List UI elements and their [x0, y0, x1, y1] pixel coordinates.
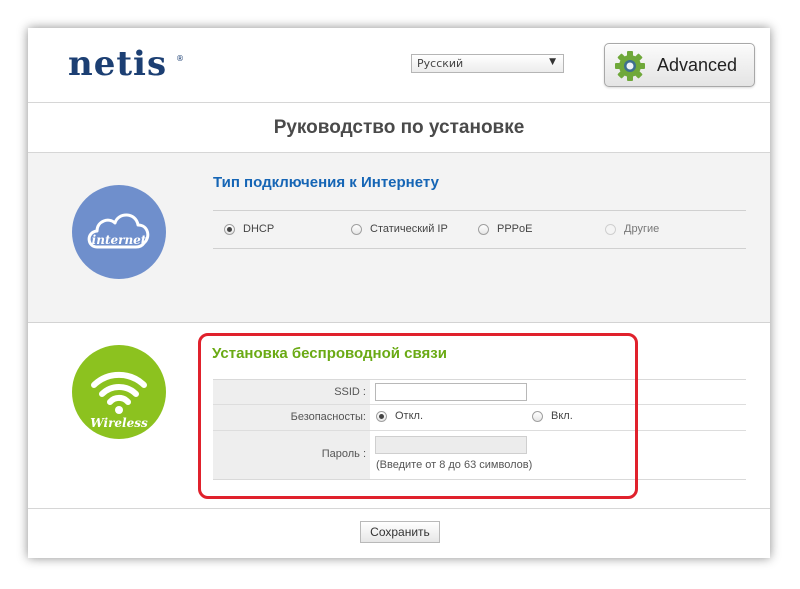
other-radio[interactable] — [605, 224, 616, 235]
netis-logo: netis — [68, 44, 168, 84]
wireless-section: Wireless Установка беспроводной связи SS… — [28, 323, 770, 509]
dhcp-radio[interactable] — [224, 224, 235, 235]
title-band: Руководство по установке — [28, 102, 770, 153]
pppoe-radio[interactable] — [478, 224, 489, 235]
language-select-value: Русский — [417, 57, 464, 70]
wireless-icon-label: Wireless — [90, 416, 148, 430]
connection-type-heading: Тип подключения к Интернету — [213, 174, 439, 191]
highlight-box — [198, 333, 638, 499]
save-button[interactable]: Сохранить — [360, 521, 440, 543]
static-ip-label: Статический IP — [370, 223, 448, 235]
internet-connection-section: internet Тип подключения к Интернету DHC… — [28, 153, 770, 323]
page-title: Руководство по установке — [273, 117, 525, 138]
pppoe-label: PPPoE — [497, 223, 533, 235]
cloud-icon — [72, 185, 166, 279]
internet-icon-label: internet — [91, 233, 147, 247]
footer: Сохранить — [28, 509, 770, 558]
chevron-down-icon: ▼ — [549, 57, 556, 67]
static-ip-radio[interactable] — [351, 224, 362, 235]
advanced-button[interactable]: Advanced — [604, 43, 755, 87]
divider — [213, 210, 746, 211]
router-setup-window: netis ® Русский ▼ Advanced Руководство п… — [28, 28, 770, 558]
language-select[interactable]: Русский ▼ — [411, 54, 564, 73]
dhcp-label: DHCP — [243, 223, 275, 235]
gear-icon — [615, 51, 645, 81]
advanced-button-label: Advanced — [657, 55, 738, 75]
header: netis ® Русский ▼ Advanced — [28, 28, 770, 102]
divider — [213, 248, 746, 249]
registered-mark: ® — [176, 54, 184, 63]
other-label: Другие — [624, 223, 660, 235]
